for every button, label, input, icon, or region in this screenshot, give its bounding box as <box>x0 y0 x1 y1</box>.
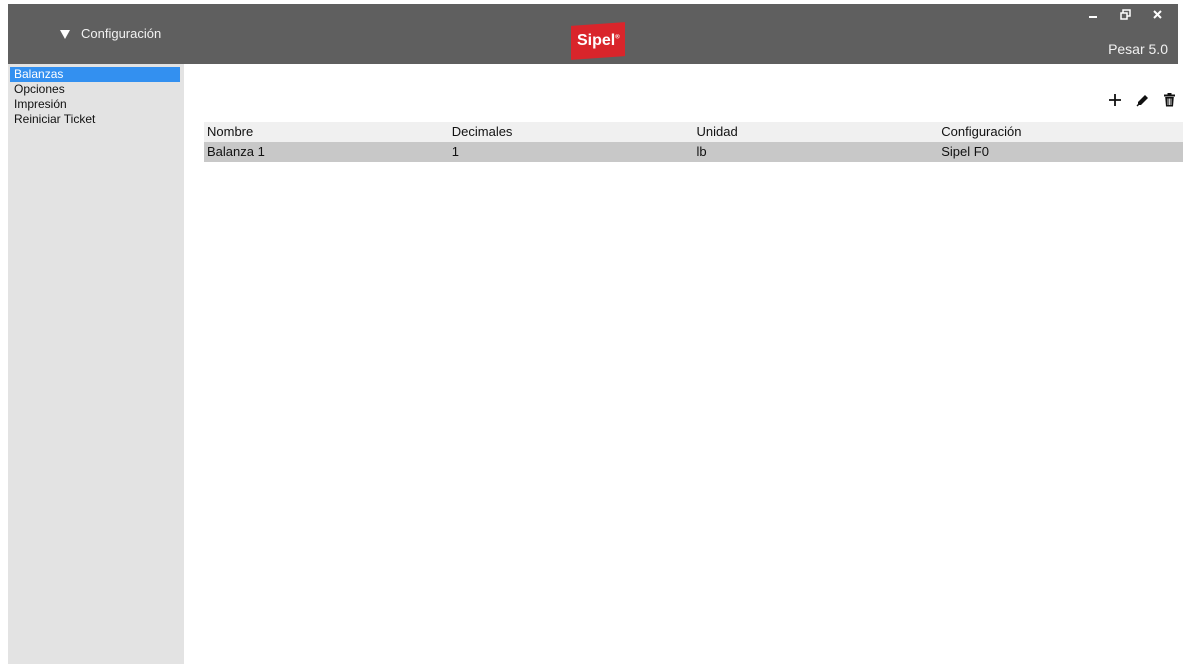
table-row[interactable]: Balanza 1 1 lb Sipel F0 <box>204 142 1183 162</box>
title-bar: Configuración Sipel® Pesar 5.0 <box>8 4 1178 64</box>
cell-nombre: Balanza 1 <box>207 144 265 159</box>
edit-button[interactable] <box>1135 92 1149 108</box>
close-button[interactable] <box>1150 6 1164 22</box>
sidebar-item-balanzas[interactable]: Balanzas <box>10 67 180 82</box>
delete-icon <box>1163 93 1175 107</box>
add-button[interactable] <box>1108 92 1122 108</box>
app-version: Pesar 5.0 <box>1108 41 1168 57</box>
logo-text: Sipel® <box>576 32 620 49</box>
cell-decimales: 1 <box>451 144 459 159</box>
cell-configuracion: Sipel F0 <box>941 144 989 159</box>
minimize-icon <box>1089 16 1097 18</box>
sipel-logo: Sipel® <box>571 22 625 60</box>
sidebar-item-impresion[interactable]: Impresión <box>10 97 180 112</box>
minimize-button[interactable] <box>1086 6 1100 22</box>
table-header: Nombre Decimales Unidad Configuración <box>204 122 1183 142</box>
menu-toggle-label: Configuración <box>81 26 162 41</box>
delete-button[interactable] <box>1162 92 1176 108</box>
restore-button[interactable] <box>1118 6 1132 22</box>
close-icon <box>1152 9 1162 19</box>
column-header-nombre[interactable]: Nombre <box>204 122 449 142</box>
restore-icon <box>1119 8 1131 20</box>
triangle-down-icon <box>60 30 70 39</box>
configuration-menu-toggle[interactable]: Configuración <box>60 26 161 41</box>
edit-icon <box>1136 94 1148 106</box>
sidebar-item-reiniciar-ticket[interactable]: Reiniciar Ticket <box>10 112 180 127</box>
sidebar: Balanzas Opciones Impresión Reiniciar Ti… <box>8 64 184 664</box>
table-toolbar <box>1108 92 1176 108</box>
column-header-configuracion[interactable]: Configuración <box>938 122 1183 142</box>
sidebar-list: Balanzas Opciones Impresión Reiniciar Ti… <box>8 64 184 127</box>
cell-unidad: lb <box>696 144 707 159</box>
app-window: Configuración Sipel® Pesar 5.0 Balanzas … <box>0 0 1185 664</box>
sidebar-item-opciones[interactable]: Opciones <box>10 82 180 97</box>
add-icon <box>1109 94 1121 106</box>
column-header-unidad[interactable]: Unidad <box>694 122 939 142</box>
column-header-decimales[interactable]: Decimales <box>449 122 694 142</box>
window-controls <box>1086 6 1164 22</box>
balanzas-table: Nombre Decimales Unidad Configuración Ba… <box>204 122 1183 162</box>
